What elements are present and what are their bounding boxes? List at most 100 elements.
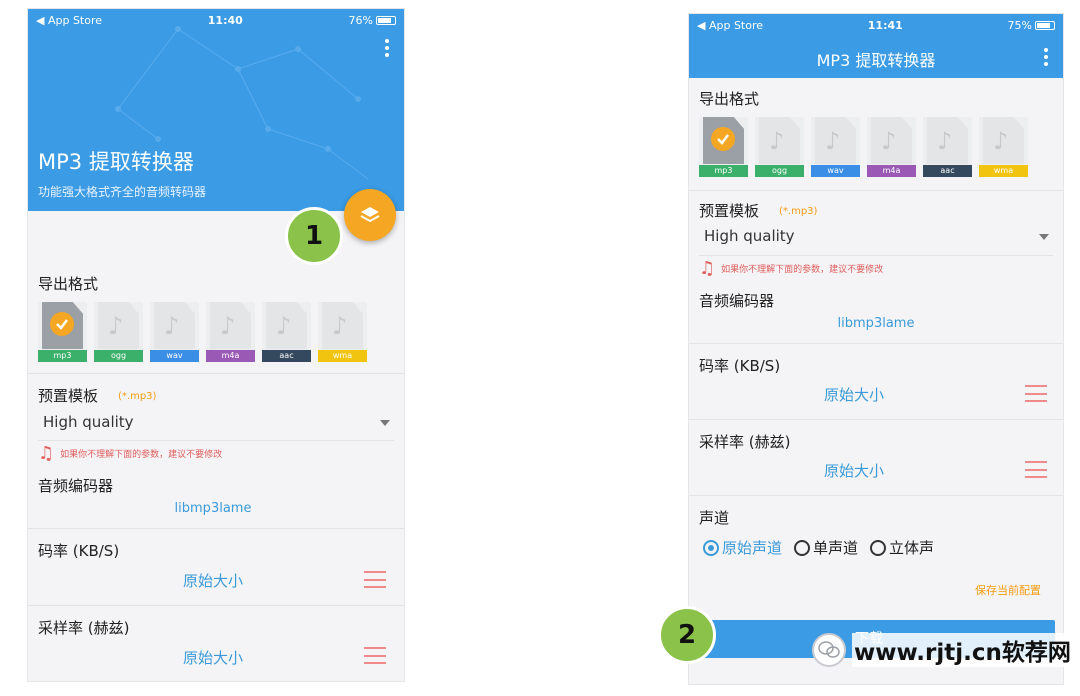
status-right: 76%: [349, 14, 396, 27]
format-tag: ogg: [755, 165, 804, 177]
preset-label: 预置模板: [699, 202, 760, 220]
music-file-icon: ♪: [332, 312, 348, 340]
warning-row: ♫ 如果你不理解下面的参数，建议不要修改: [38, 443, 222, 464]
status-time: 11:41: [867, 18, 903, 32]
preset-ext: (*.mp3): [118, 391, 157, 402]
wechat-icon: [812, 633, 846, 667]
preset-select[interactable]: High quality: [43, 413, 134, 431]
app-title: MP3 提取转换器: [38, 150, 194, 174]
status-battery-text: 75%: [1007, 18, 1032, 32]
format-tag: aac: [923, 165, 972, 177]
music-file-icon: ♪: [164, 312, 180, 340]
status-carrier: ◀ App Store: [36, 13, 103, 27]
format-option-mp3[interactable]: ♪mp3: [699, 117, 748, 177]
layers-icon: [360, 207, 380, 223]
samplerate-value[interactable]: 原始大小: [789, 460, 919, 481]
radio-label: 单声道: [813, 539, 859, 557]
app-bar: ◀ App Store 11:41 75% MP3 提取转换器: [689, 14, 1063, 78]
divider: [28, 528, 404, 529]
music-file-icon: ♪: [825, 127, 841, 155]
divider: [28, 605, 404, 606]
layers-fab-button[interactable]: [344, 189, 396, 241]
music-file-icon: ♪: [937, 127, 953, 155]
music-file-icon: ♪: [108, 312, 124, 340]
status-bar: ◀ App Store 11:41 75%: [689, 14, 1063, 36]
preset-label: 预置模板: [38, 387, 99, 405]
music-file-icon: ♪: [276, 312, 292, 340]
music-note-icon: ♫: [38, 443, 55, 464]
check-icon: [711, 127, 735, 151]
music-file-icon: ♪: [769, 127, 785, 155]
check-icon: [50, 312, 74, 336]
format-tag: wma: [318, 350, 367, 362]
menu-icon[interactable]: [364, 571, 386, 588]
channel-radio-group: 原始声道 单声道 立体声: [703, 537, 934, 558]
more-menu-icon[interactable]: [1043, 48, 1049, 66]
chevron-down-icon[interactable]: [1039, 234, 1049, 240]
channel-label: 声道: [699, 509, 730, 527]
status-carrier: ◀ App Store: [697, 18, 764, 32]
format-option-mp3[interactable]: ♪mp3: [38, 302, 87, 362]
preset-select[interactable]: High quality: [704, 227, 795, 245]
radio-mono[interactable]: 单声道: [794, 537, 858, 558]
status-bar: ◀ App Store 11:40 76%: [28, 9, 404, 31]
format-option-m4a[interactable]: ♪ m4a: [206, 302, 255, 362]
menu-icon[interactable]: [364, 647, 386, 664]
status-time: 11:40: [207, 13, 243, 27]
divider: [38, 440, 394, 441]
format-option-wma[interactable]: ♪ wma: [979, 117, 1028, 177]
encoder-value[interactable]: libmp3lame: [148, 501, 278, 516]
radio-empty-icon: [794, 539, 811, 556]
bitrate-value[interactable]: 原始大小: [148, 570, 278, 591]
bitrate-value[interactable]: 原始大小: [789, 384, 919, 405]
left-phone-screen: ◀ App Store 11:40 76% MP3 提取转换器 功能强大格式齐全…: [27, 8, 405, 682]
format-option-ogg[interactable]: ♪ ogg: [94, 302, 143, 362]
encoder-label: 音频编码器: [699, 292, 775, 310]
format-option-wma[interactable]: ♪ wma: [318, 302, 367, 362]
format-option-aac[interactable]: ♪ aac: [923, 117, 972, 177]
battery-icon: [376, 16, 396, 25]
format-option-m4a[interactable]: ♪ m4a: [867, 117, 916, 177]
menu-icon[interactable]: [1025, 461, 1047, 478]
radio-original-channel[interactable]: 原始声道: [703, 537, 782, 558]
app-subtitle: 功能强大格式齐全的音频转码器: [38, 185, 207, 199]
format-option-ogg[interactable]: ♪ ogg: [755, 117, 804, 177]
radio-label: 立体声: [889, 539, 935, 557]
export-format-label: 导出格式: [38, 275, 99, 293]
encoder-label: 音频编码器: [38, 477, 114, 495]
music-note-icon: ♫: [699, 258, 716, 279]
bitrate-label: 码率 (KB/S): [699, 357, 781, 375]
step-badge: 2: [658, 606, 716, 664]
warning-text: 如果你不理解下面的参数，建议不要修改: [60, 450, 223, 460]
divider: [28, 373, 404, 374]
radio-empty-icon: [870, 539, 887, 556]
more-menu-icon[interactable]: [384, 39, 390, 57]
divider: [689, 419, 1063, 420]
encoder-value[interactable]: libmp3lame: [811, 316, 941, 331]
format-tag: wav: [150, 350, 199, 362]
samplerate-label: 采样率 (赫兹): [699, 433, 791, 451]
divider: [689, 190, 1063, 191]
warning-text: 如果你不理解下面的参数，建议不要修改: [721, 265, 884, 275]
save-config-link[interactable]: 保存当前配置: [975, 582, 1041, 598]
samplerate-value[interactable]: 原始大小: [148, 647, 278, 668]
music-file-icon: ♪: [881, 127, 897, 155]
music-file-icon: ♪: [993, 127, 1009, 155]
export-format-label: 导出格式: [699, 90, 760, 108]
samplerate-label: 采样率 (赫兹): [38, 619, 130, 637]
radio-stereo[interactable]: 立体声: [870, 537, 934, 558]
divider: [689, 343, 1063, 344]
watermark: www.rjtj.cn软荐网: [812, 622, 1078, 678]
divider: [689, 495, 1063, 496]
chevron-down-icon[interactable]: [380, 420, 390, 426]
format-tag: mp3: [699, 165, 748, 177]
constellation-pattern: [115, 26, 369, 180]
format-option-aac[interactable]: ♪ aac: [262, 302, 311, 362]
format-tag: ogg: [94, 350, 143, 362]
hero-banner: ◀ App Store 11:40 76% MP3 提取转换器 功能强大格式齐全…: [28, 9, 404, 211]
menu-icon[interactable]: [1025, 385, 1047, 402]
watermark-text: www.rjtj.cn软荐网: [852, 633, 1073, 667]
format-option-wav[interactable]: ♪ wav: [811, 117, 860, 177]
format-option-wav[interactable]: ♪ wav: [150, 302, 199, 362]
status-right: 75%: [1008, 19, 1055, 32]
